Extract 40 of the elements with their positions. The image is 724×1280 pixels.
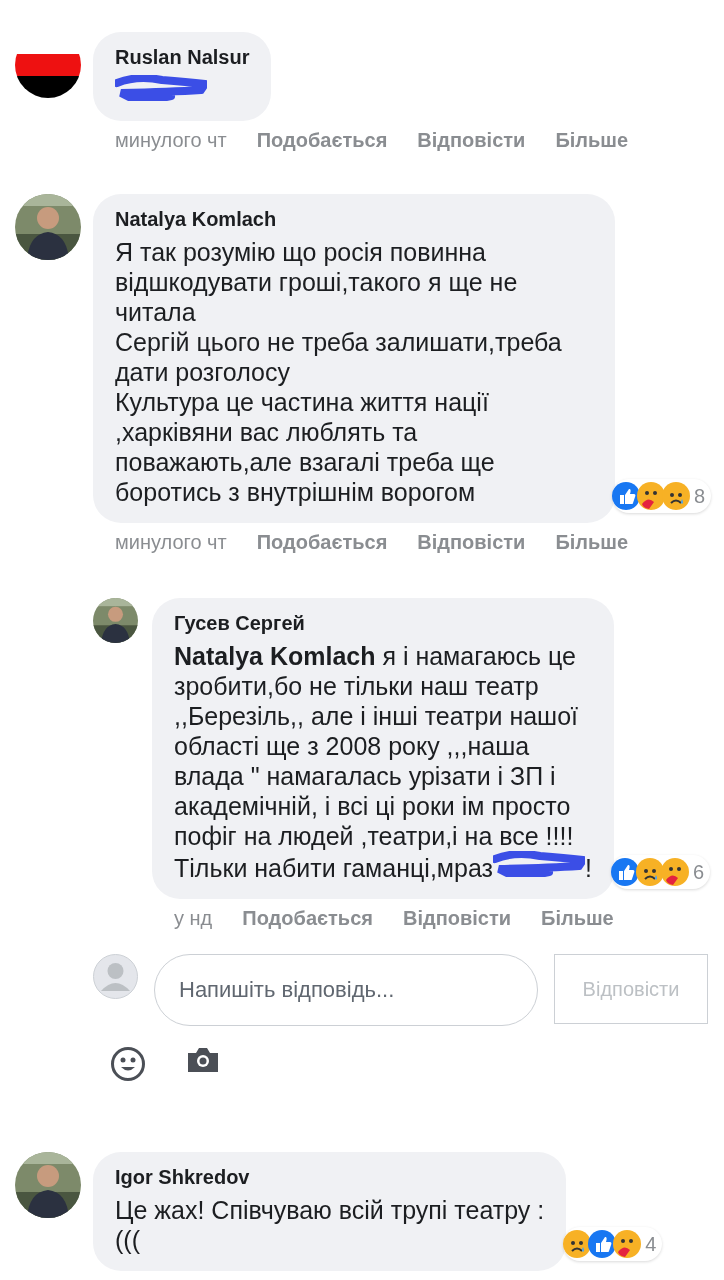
care-reaction-icon	[613, 1230, 642, 1258]
author-name[interactable]: Natalya Komlach	[115, 208, 593, 231]
comment-action-link[interactable]: Подобається	[256, 531, 388, 554]
reactions-badge[interactable]: 6	[610, 855, 710, 889]
comment-action-link[interactable]: Більше	[555, 129, 629, 152]
reaction-count: 6	[692, 860, 704, 884]
author-name[interactable]: Гусев Сергей	[174, 612, 592, 635]
user-avatar-icon	[93, 954, 138, 999]
comment-time: у нд	[174, 907, 213, 930]
exclamation-text: !	[585, 854, 592, 882]
sad-reaction-icon	[635, 858, 664, 886]
comment-action-link[interactable]: Відповісти	[417, 129, 526, 152]
reactions-badge[interactable]: 4	[563, 1227, 663, 1261]
like-reaction-icon	[588, 1230, 617, 1258]
reply-button[interactable]: Відповісти	[554, 954, 708, 1024]
smiley-icon[interactable]	[110, 1046, 146, 1082]
comment-text: Natalya Komlach я і намагаюсь це зробити,бо не тільки наш театр ,,Березіль,, але і інші театри нашої області ще з 2008 року ,,,наша влада " намагалась урізати і ЗП і академічній, і всі ці роки ім просто пофіг на людей ,театри,і на все !!!!Тільки набити гаманці,мраз	[174, 642, 578, 882]
comment-action-link[interactable]: Відповісти	[417, 531, 526, 554]
author-name[interactable]: Igor Shkredov	[115, 1166, 545, 1189]
reactions-badge[interactable]: 8	[611, 479, 711, 513]
comment-action-link[interactable]: Більше	[555, 531, 629, 554]
comment-action-link[interactable]: Подобається	[242, 907, 373, 930]
camera-icon[interactable]	[186, 1046, 220, 1074]
comment-text: Це жах! Співчуваю всій трупі театру : (((	[115, 1196, 545, 1254]
care-reaction-icon	[636, 482, 665, 510]
reply-input-field[interactable]: Напишіть відповідь...	[154, 954, 538, 1026]
comment-action-link[interactable]: Більше	[541, 907, 614, 930]
author-name[interactable]: Ruslan Nalsur	[115, 46, 250, 69]
comment-action-link[interactable]: Подобається	[256, 129, 388, 152]
comment-time: минулого чт	[115, 129, 227, 152]
reaction-count: 8	[693, 484, 705, 508]
comment-time: минулого чт	[115, 531, 227, 554]
like-reaction-icon	[610, 858, 639, 886]
comment-text: Я так розумію що росія повинна відшкодувати гроші,такого я ще не читала Сергій цього не треба залишати,треба дати розголосу Культура це частина життя нації ,харківяни вас люблять та поважають,але взагалі треба ще боротись з внутрішнім ворогом	[115, 238, 562, 506]
sad-reaction-icon	[563, 1230, 592, 1258]
reaction-count: 4	[645, 1232, 657, 1256]
sad-reaction-icon	[661, 482, 690, 510]
comment-action-link[interactable]: Відповісти	[402, 907, 511, 930]
like-reaction-icon	[611, 482, 640, 510]
care-reaction-icon	[660, 858, 689, 886]
